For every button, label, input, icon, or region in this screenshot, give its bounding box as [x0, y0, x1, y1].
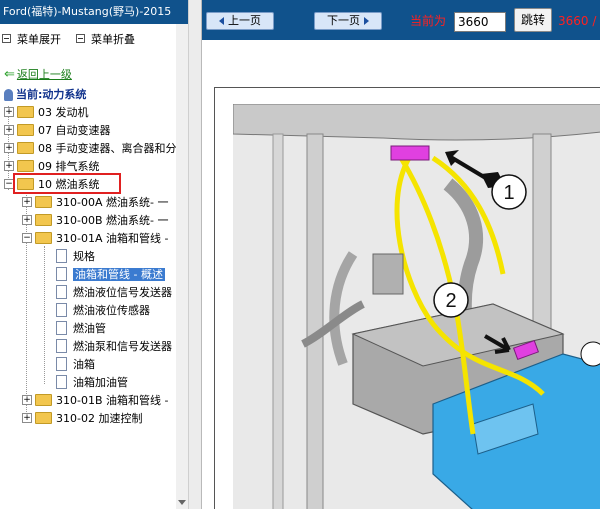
- expand-icon[interactable]: +: [4, 125, 14, 135]
- collapse-icon[interactable]: −: [22, 233, 32, 243]
- document-icon: [56, 375, 67, 389]
- folder-icon: [17, 106, 34, 118]
- folder-icon: [17, 160, 34, 172]
- folder-icon: [35, 196, 52, 208]
- left-arrow-icon: [219, 17, 224, 25]
- tree-item-310-00a[interactable]: +310-00A 燃油系统- 一: [22, 194, 168, 211]
- menu-expand-button[interactable]: 菜单展开: [2, 31, 61, 47]
- prev-page-button[interactable]: 上一页: [206, 12, 274, 30]
- collapse-all-icon: [76, 33, 85, 43]
- vertical-rod: [272, 133, 284, 509]
- folder-icon: [17, 142, 34, 154]
- folder-open-icon: [35, 232, 52, 244]
- pane-splitter[interactable]: [188, 0, 202, 509]
- expand-icon[interactable]: +: [22, 215, 32, 225]
- tree-doc-fuel-pump[interactable]: 燃油泵和信号发送器: [56, 338, 172, 355]
- tree-doc-fuel-tank[interactable]: 油箱: [56, 356, 95, 373]
- folder-icon: [17, 124, 34, 136]
- tree-scrollbar[interactable]: [176, 24, 188, 509]
- tree-doc-fuel-level-sensor[interactable]: 燃油液位传感器: [56, 302, 150, 319]
- document-icon: [56, 303, 67, 317]
- window-title: Ford(福特)-Mustang(野马)-2015: [0, 0, 188, 24]
- sensor-housing: [372, 253, 404, 295]
- vertical-rod: [532, 133, 552, 335]
- scroll-down-icon[interactable]: [178, 500, 186, 505]
- expand-icon[interactable]: +: [22, 413, 32, 423]
- expand-icon[interactable]: +: [22, 197, 32, 207]
- page-number-input[interactable]: [454, 12, 506, 32]
- current-location: 当前:动力系统: [4, 86, 86, 102]
- connector-1: [390, 145, 430, 161]
- back-arrow-icon: ⇐: [4, 67, 15, 82]
- document-icon: [56, 357, 67, 371]
- tree-item-engine[interactable]: +03 发动机: [4, 104, 89, 121]
- jump-button[interactable]: 跳转: [514, 8, 552, 32]
- expand-icon[interactable]: +: [22, 395, 32, 405]
- back-link[interactable]: ⇐ 返回上一级: [4, 66, 72, 82]
- callout-partial: [580, 341, 600, 367]
- highlight-annotation: [13, 173, 121, 194]
- navigation-pane: Ford(福特)-Mustang(野马)-2015 菜单展开 菜单折叠 ⇐ 返回上…: [0, 0, 188, 509]
- document-icon: [56, 267, 67, 281]
- callout-2-label: 2: [445, 290, 456, 312]
- fuel-tank-illustration: 1 2: [233, 104, 600, 509]
- document-icon: [56, 321, 67, 335]
- folder-icon: [35, 412, 52, 424]
- right-arrow-icon: [364, 17, 369, 25]
- location-icon: [4, 89, 13, 101]
- folder-icon: [35, 214, 52, 226]
- tree-item-auto-transmission[interactable]: +07 自动变速器: [4, 122, 111, 139]
- document-icon: [56, 285, 67, 299]
- tree-doc-overview[interactable]: 油箱和管线 - 概述: [56, 266, 165, 283]
- expand-icon[interactable]: +: [4, 107, 14, 117]
- tree-line: [44, 246, 45, 384]
- vertical-rod: [306, 133, 324, 509]
- expand-all-icon: [2, 33, 11, 43]
- next-page-button[interactable]: 下一页: [314, 12, 382, 30]
- tree-item-310-01b[interactable]: +310-01B 油箱和管线 -: [22, 392, 168, 409]
- tree-item-manual-transmission[interactable]: +08 手动变速器、离合器和分: [4, 140, 177, 157]
- document-icon: [56, 339, 67, 353]
- tree-item-310-00b[interactable]: +310-00B 燃油系统- 一: [22, 212, 168, 229]
- folder-icon: [35, 394, 52, 406]
- page-toolbar: 上一页 下一页 当前为 跳转 3660 / 3: [202, 0, 600, 40]
- document-icon: [56, 249, 67, 263]
- callout-1-label: 1: [503, 182, 514, 204]
- tree-doc-fuel-line[interactable]: 燃油管: [56, 320, 106, 337]
- selected-item-label: 油箱和管线 - 概述: [73, 268, 165, 281]
- expand-icon[interactable]: +: [4, 161, 14, 171]
- tree-item-310-01a[interactable]: −310-01A 油箱和管线 -: [22, 230, 168, 247]
- document-pane: 上一页 下一页 当前为 跳转 3660 / 3: [202, 0, 600, 509]
- current-page-label: 当前为: [410, 14, 447, 28]
- tree-doc-specifications[interactable]: 规格: [56, 248, 95, 265]
- menu-collapse-button[interactable]: 菜单折叠: [76, 31, 135, 47]
- tree-item-310-02[interactable]: +310-02 加速控制: [22, 410, 142, 427]
- page-total: 3660 / 3: [558, 14, 600, 28]
- document-page: 1 2: [214, 87, 600, 509]
- expand-icon[interactable]: +: [4, 143, 14, 153]
- tree-doc-filler-pipe[interactable]: 油箱加油管: [56, 374, 128, 391]
- tree-doc-fuel-level-sender[interactable]: 燃油液位信号发送器: [56, 284, 172, 301]
